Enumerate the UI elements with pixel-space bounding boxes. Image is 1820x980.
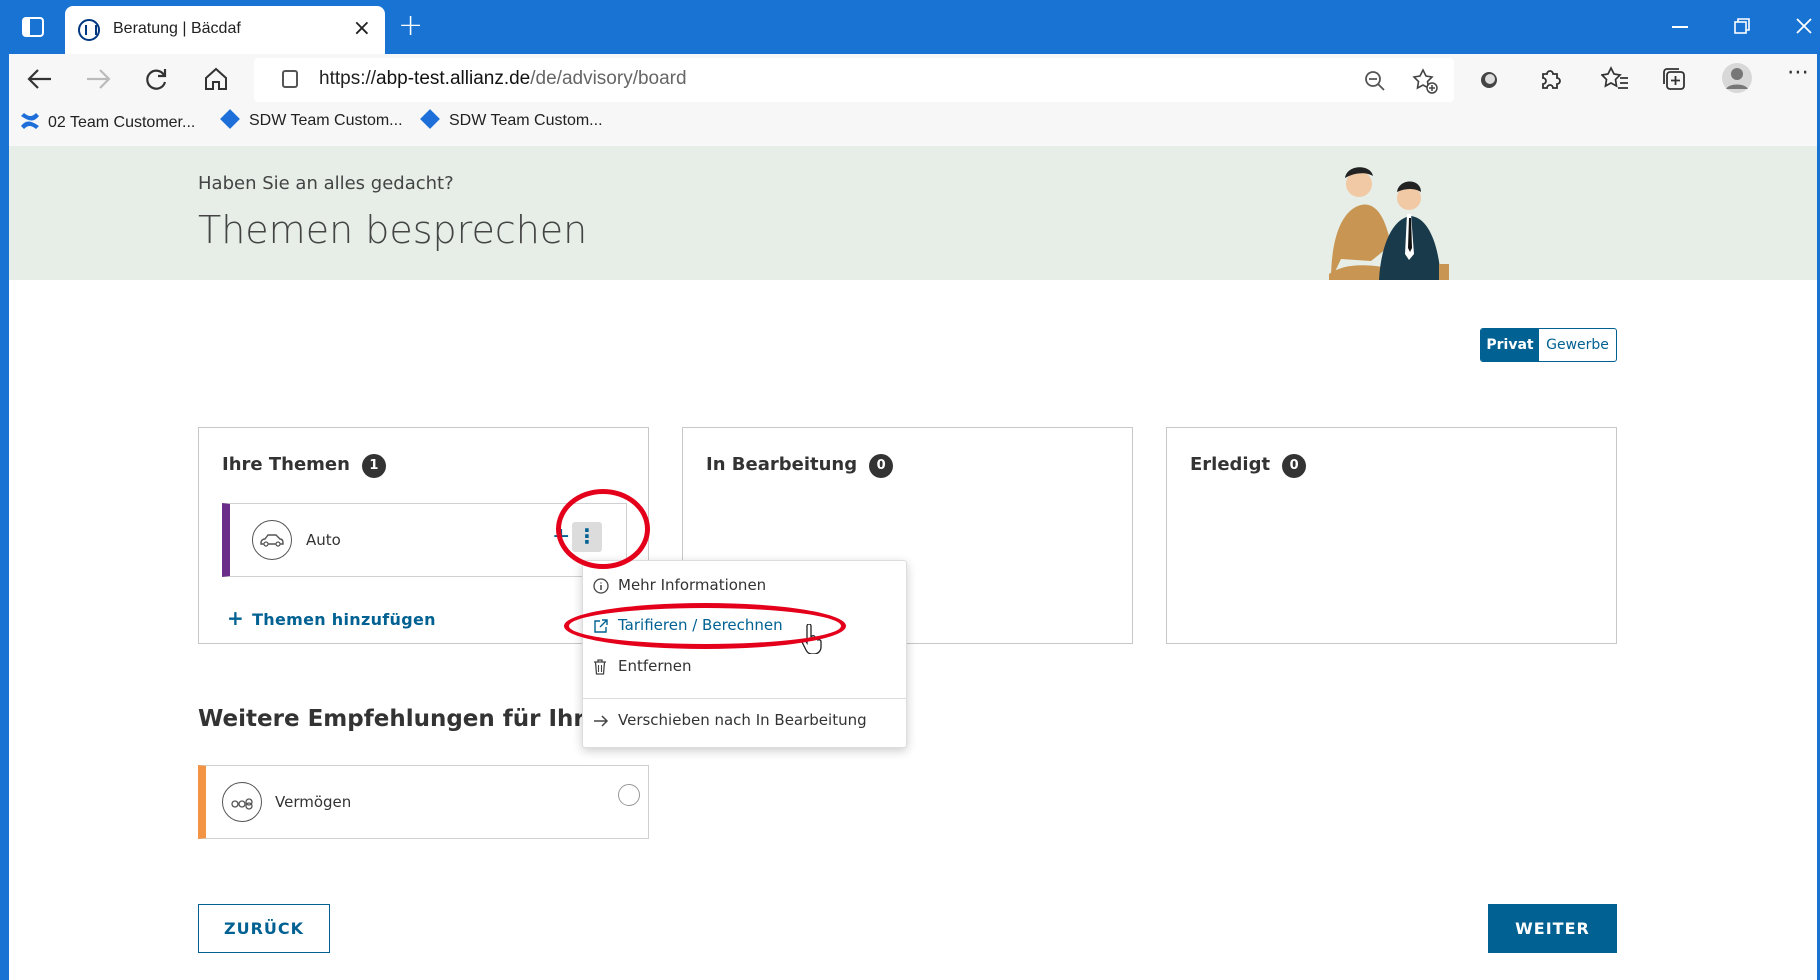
column-title: Erledigt [1190,454,1271,475]
hand-cursor-icon [801,624,822,654]
column-header: Erledigt 0 [1190,454,1307,478]
hero-pretitle: Haben Sie an alles gedacht? [198,173,454,194]
count-badge: 1 [361,454,386,478]
menu-item-label: Entfernen [618,657,692,675]
column-title: Ihre Themen [222,454,350,475]
add-favorite-icon[interactable] [1412,68,1438,94]
bookmark-label: 02 Team Customer... [48,114,196,131]
customer-type-toggle: Privat Gewerbe [1480,328,1617,362]
bookmark-label: SDW Team Custom... [249,112,403,129]
minimize-icon[interactable] [1672,26,1688,28]
bookmark-item[interactable]: SDW Team Custom... [220,109,403,130]
tab-close-icon[interactable]: × [353,16,371,41]
url-prefix: https:// [319,68,377,89]
bookmark-item[interactable]: 02 Team Customer... [20,112,195,132]
bookmark-label: SDW Team Custom... [449,112,603,129]
more-menu-icon[interactable]: ⋯ [1787,60,1809,85]
next-button[interactable]: WEITER [1488,904,1617,953]
menu-divider [583,698,906,699]
card-context-menu: Mehr Informationen Tarifieren / Berechne… [582,560,907,748]
column-title: In Bearbeitung [706,454,858,475]
url-host: abp-test.allianz.de [376,68,531,89]
menu-item-label: Mehr Informationen [618,576,767,594]
tab-title: Beratung | Bäcdaf [113,20,241,37]
trash-icon [594,659,606,675]
extension-circle-icon[interactable] [1479,70,1499,90]
hero-banner: Haben Sie an alles gedacht? Themen bespr… [9,146,1817,280]
browser-navbar: https://abp-test.allianz.de/de/advisory/… [9,54,1817,154]
piggy-bank-icon [222,782,262,822]
new-tab-button[interactable]: + [398,8,423,43]
menu-item-label: Tarifieren / Berechnen [618,616,783,634]
home-icon[interactable] [203,66,229,92]
more-options-button[interactable]: ⋮ [572,522,602,552]
toggle-gewerbe[interactable]: Gewerbe [1539,329,1616,361]
url-text[interactable]: https://abp-test.allianz.de/de/advisory/… [319,68,687,90]
menu-item-tarifieren[interactable]: Tarifieren / Berechnen [594,616,783,634]
column-erledigt: Erledigt 0 [1166,427,1617,644]
profile-avatar-icon[interactable] [1721,62,1753,94]
reload-icon[interactable] [143,66,169,92]
select-radio[interactable] [618,784,640,806]
url-path: /de/advisory/board [530,68,687,89]
favorites-icon[interactable] [1601,66,1629,92]
menu-item-more-info[interactable]: Mehr Informationen [593,576,767,594]
recommendation-label: Vermögen [275,793,352,811]
jira-diamond-icon [220,109,240,129]
allianz-logo-icon [78,19,100,41]
tab-actions-icon[interactable] [22,17,44,37]
extensions-icon[interactable] [1537,66,1563,92]
confluence-icon [21,113,39,129]
toggle-privat[interactable]: Privat [1481,329,1539,361]
add-topics-label: Themen hinzufügen [252,610,436,629]
zoom-out-icon[interactable] [1364,70,1386,92]
browser-titlebar: Beratung | Bäcdaf × + [0,0,1820,54]
menu-item-entfernen[interactable]: Entfernen [594,657,692,675]
back-arrow-icon[interactable] [27,68,53,90]
page-content: Haben Sie an alles gedacht? Themen bespr… [9,146,1817,980]
arrow-right-icon [594,715,609,727]
back-button[interactable]: ZURÜCK [198,904,330,953]
advisory-illustration-icon [1329,167,1449,280]
bookmarks-bar: 02 Team Customer... SDW Team Custom... S… [9,104,1817,142]
lock-icon [282,70,298,88]
menu-item-move[interactable]: Verschieben nach In Bearbeitung [594,711,867,729]
menu-item-label: Verschieben nach In Bearbeitung [618,711,867,729]
page-title: Themen besprechen [198,208,588,252]
info-icon [593,578,609,594]
count-badge: 0 [1282,454,1307,478]
external-link-icon [594,619,608,633]
address-bar[interactable]: https://abp-test.allianz.de/de/advisory/… [254,58,1454,102]
add-topics-link[interactable]: + Themen hinzufügen [227,606,436,630]
count-badge: 0 [869,454,894,478]
close-window-icon[interactable] [1796,18,1812,34]
column-header: Ihre Themen 1 [222,454,386,478]
add-topic-plus-icon[interactable]: + [552,524,570,549]
column-header: In Bearbeitung 0 [706,454,894,478]
topic-card-auto[interactable]: Auto + ⋮ [222,503,627,577]
restore-icon[interactable] [1734,18,1750,34]
car-icon [252,520,292,560]
recommendation-card-vermoegen[interactable]: Vermögen [198,765,649,839]
collections-icon[interactable] [1661,66,1687,92]
plus-icon: + [227,606,245,630]
jira-diamond-icon [420,109,440,129]
browser-tab[interactable]: Beratung | Bäcdaf × [65,6,385,54]
forward-arrow-icon [87,69,111,89]
topic-label: Auto [306,531,341,549]
bookmark-item[interactable]: SDW Team Custom... [420,109,603,130]
